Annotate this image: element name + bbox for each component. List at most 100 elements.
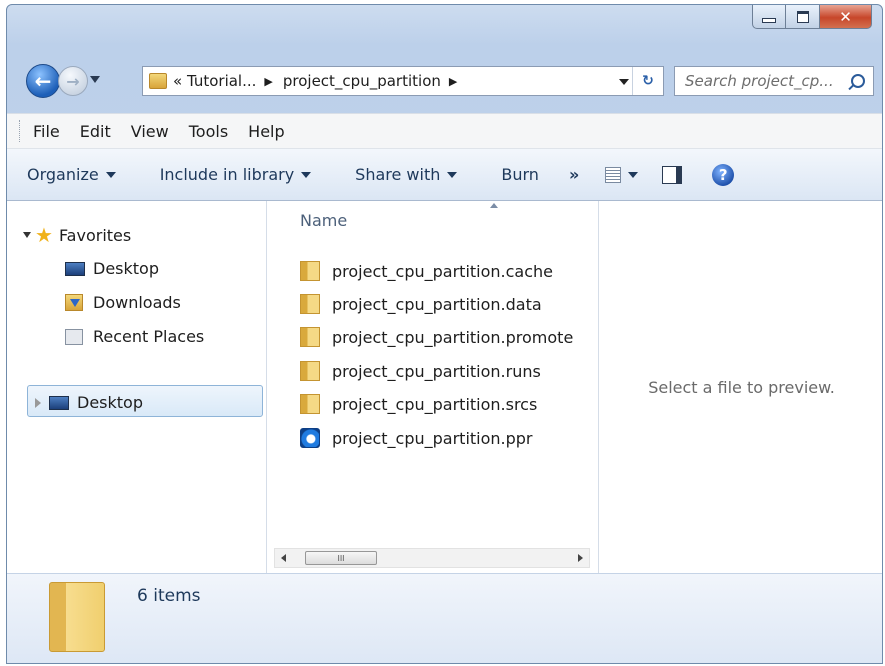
menu-grip-handle [19,120,23,142]
breadcrumb-separator-icon[interactable]: ▶ [449,75,457,88]
scroll-left-arrow-icon[interactable] [281,554,286,562]
folder-icon [300,361,320,381]
breadcrumb-current-folder[interactable]: project_cpu_partition [283,72,441,90]
chevron-down-icon [105,171,116,178]
change-view-button[interactable] [605,166,639,183]
scroll-thumb[interactable]: III [305,551,377,565]
recent-places-icon [65,328,83,345]
back-arrow-icon: ← [34,69,52,93]
share-with-button[interactable]: Share with [355,165,458,184]
forward-button[interactable]: → [58,66,88,96]
navigation-row: ← → « Tutorial... ▶ project_cpu_partitio… [22,63,882,99]
desktop-icon [65,261,85,276]
expand-triangle-icon[interactable] [35,397,41,408]
maximize-button[interactable] [786,5,820,29]
favorites-label: Favorites [58,225,132,245]
content-area: ★ Favorites Desktop Downloads Recent Pla… [7,201,882,573]
preview-pane: Select a file to preview. [598,201,882,573]
include-in-library-label: Include in library [159,165,295,184]
close-icon: ✕ [839,7,852,26]
folder-icon [300,261,320,281]
nav-item-recent-places[interactable]: Recent Places [65,327,204,346]
folder-icon [149,73,167,89]
refresh-icon: ↻ [642,73,654,89]
menu-view[interactable]: View [131,122,169,141]
file-name: project_cpu_partition.cache [332,261,553,281]
nav-desktop-root[interactable]: Desktop [35,393,143,412]
menu-tools[interactable]: Tools [189,122,228,141]
organize-label: Organize [27,165,99,184]
name-column-header[interactable]: Name [300,211,347,230]
view-details-icon [605,166,622,183]
file-row[interactable]: project_cpu_partition.promote [300,327,573,347]
nav-item-downloads[interactable]: Downloads [65,293,181,312]
sort-ascending-icon [490,203,498,208]
file-name: project_cpu_partition.runs [332,361,541,381]
chevron-down-icon [301,171,312,178]
file-row[interactable]: project_cpu_partition.runs [300,361,541,381]
refresh-button[interactable]: ↻ [632,67,663,95]
nav-item-desktop[interactable]: Desktop [65,259,159,278]
minimize-button[interactable] [752,5,786,29]
horizontal-scrollbar[interactable]: III [274,548,590,568]
minimize-icon [762,17,776,23]
burn-label: Burn [501,165,539,184]
breadcrumb-tutorial[interactable]: « Tutorial... [173,72,256,90]
scroll-right-arrow-icon[interactable] [578,554,583,562]
menu-file[interactable]: File [33,122,60,141]
chevron-down-icon [447,171,458,178]
file-name: project_cpu_partition.ppr [332,428,533,448]
file-row[interactable]: project_cpu_partition.cache [300,261,553,281]
menu-edit[interactable]: Edit [80,122,111,141]
share-with-label: Share with [355,165,441,184]
address-bar[interactable]: « Tutorial... ▶ project_cpu_partition ▶ … [142,66,664,96]
command-bar: Organize Include in library Share with B… [7,149,882,201]
nav-item-label: Downloads [93,293,181,312]
file-name: project_cpu_partition.promote [332,327,574,347]
forward-arrow-icon: → [66,71,80,91]
nav-item-label: Recent Places [93,327,205,346]
burn-button[interactable]: Burn [501,165,539,184]
details-pane: 6 items [7,573,882,663]
search-input[interactable]: Search project_cp... [674,66,874,96]
file-row[interactable]: project_cpu_partition.data [300,294,542,314]
desktop-icon [49,395,69,410]
menu-bar: File Edit View Tools Help [7,113,882,149]
include-in-library-button[interactable]: Include in library [159,165,312,184]
file-name: project_cpu_partition.data [332,294,542,314]
explorer-window: ✕ ← → « Tutorial... ▶ project_cpu_partit… [6,4,883,664]
help-button[interactable]: ? [712,163,735,186]
preview-pane-toggle-icon[interactable] [662,165,683,184]
star-icon: ★ [35,223,53,247]
menu-help[interactable]: Help [248,122,284,141]
nav-desktop-label: Desktop [77,393,143,412]
folder-icon [49,582,105,652]
help-icon: ? [718,165,728,184]
file-row[interactable]: project_cpu_partition.ppr [300,428,533,448]
folder-icon [300,294,320,314]
search-icon[interactable] [851,74,865,88]
expand-triangle-icon[interactable] [23,232,31,238]
downloads-icon [65,294,83,311]
organize-button[interactable]: Organize [27,165,116,184]
back-button[interactable]: ← [26,64,60,98]
nav-item-label: Desktop [93,259,159,278]
folder-icon [300,327,320,347]
file-list-pane: Name project_cpu_partition.cache project… [268,201,598,573]
folder-icon [300,394,320,414]
vivado-project-icon [300,428,320,448]
more-commands-button[interactable]: » [569,165,579,184]
address-history-dropdown-icon[interactable] [619,79,629,85]
recent-pages-dropdown-icon[interactable] [90,76,100,83]
breadcrumb-separator-icon[interactable]: ▶ [264,75,272,88]
file-name: project_cpu_partition.srcs [332,394,538,414]
navigation-pane: ★ Favorites Desktop Downloads Recent Pla… [7,201,267,573]
nav-favorites[interactable]: ★ Favorites [23,223,131,247]
item-count: 6 items [137,586,201,606]
window-controls: ✕ [752,5,872,29]
search-placeholder: Search project_cp... [685,72,834,90]
preview-message: Select a file to preview. [648,377,835,397]
file-row[interactable]: project_cpu_partition.srcs [300,394,537,414]
chevron-down-icon [628,171,639,178]
close-button[interactable]: ✕ [820,5,872,29]
